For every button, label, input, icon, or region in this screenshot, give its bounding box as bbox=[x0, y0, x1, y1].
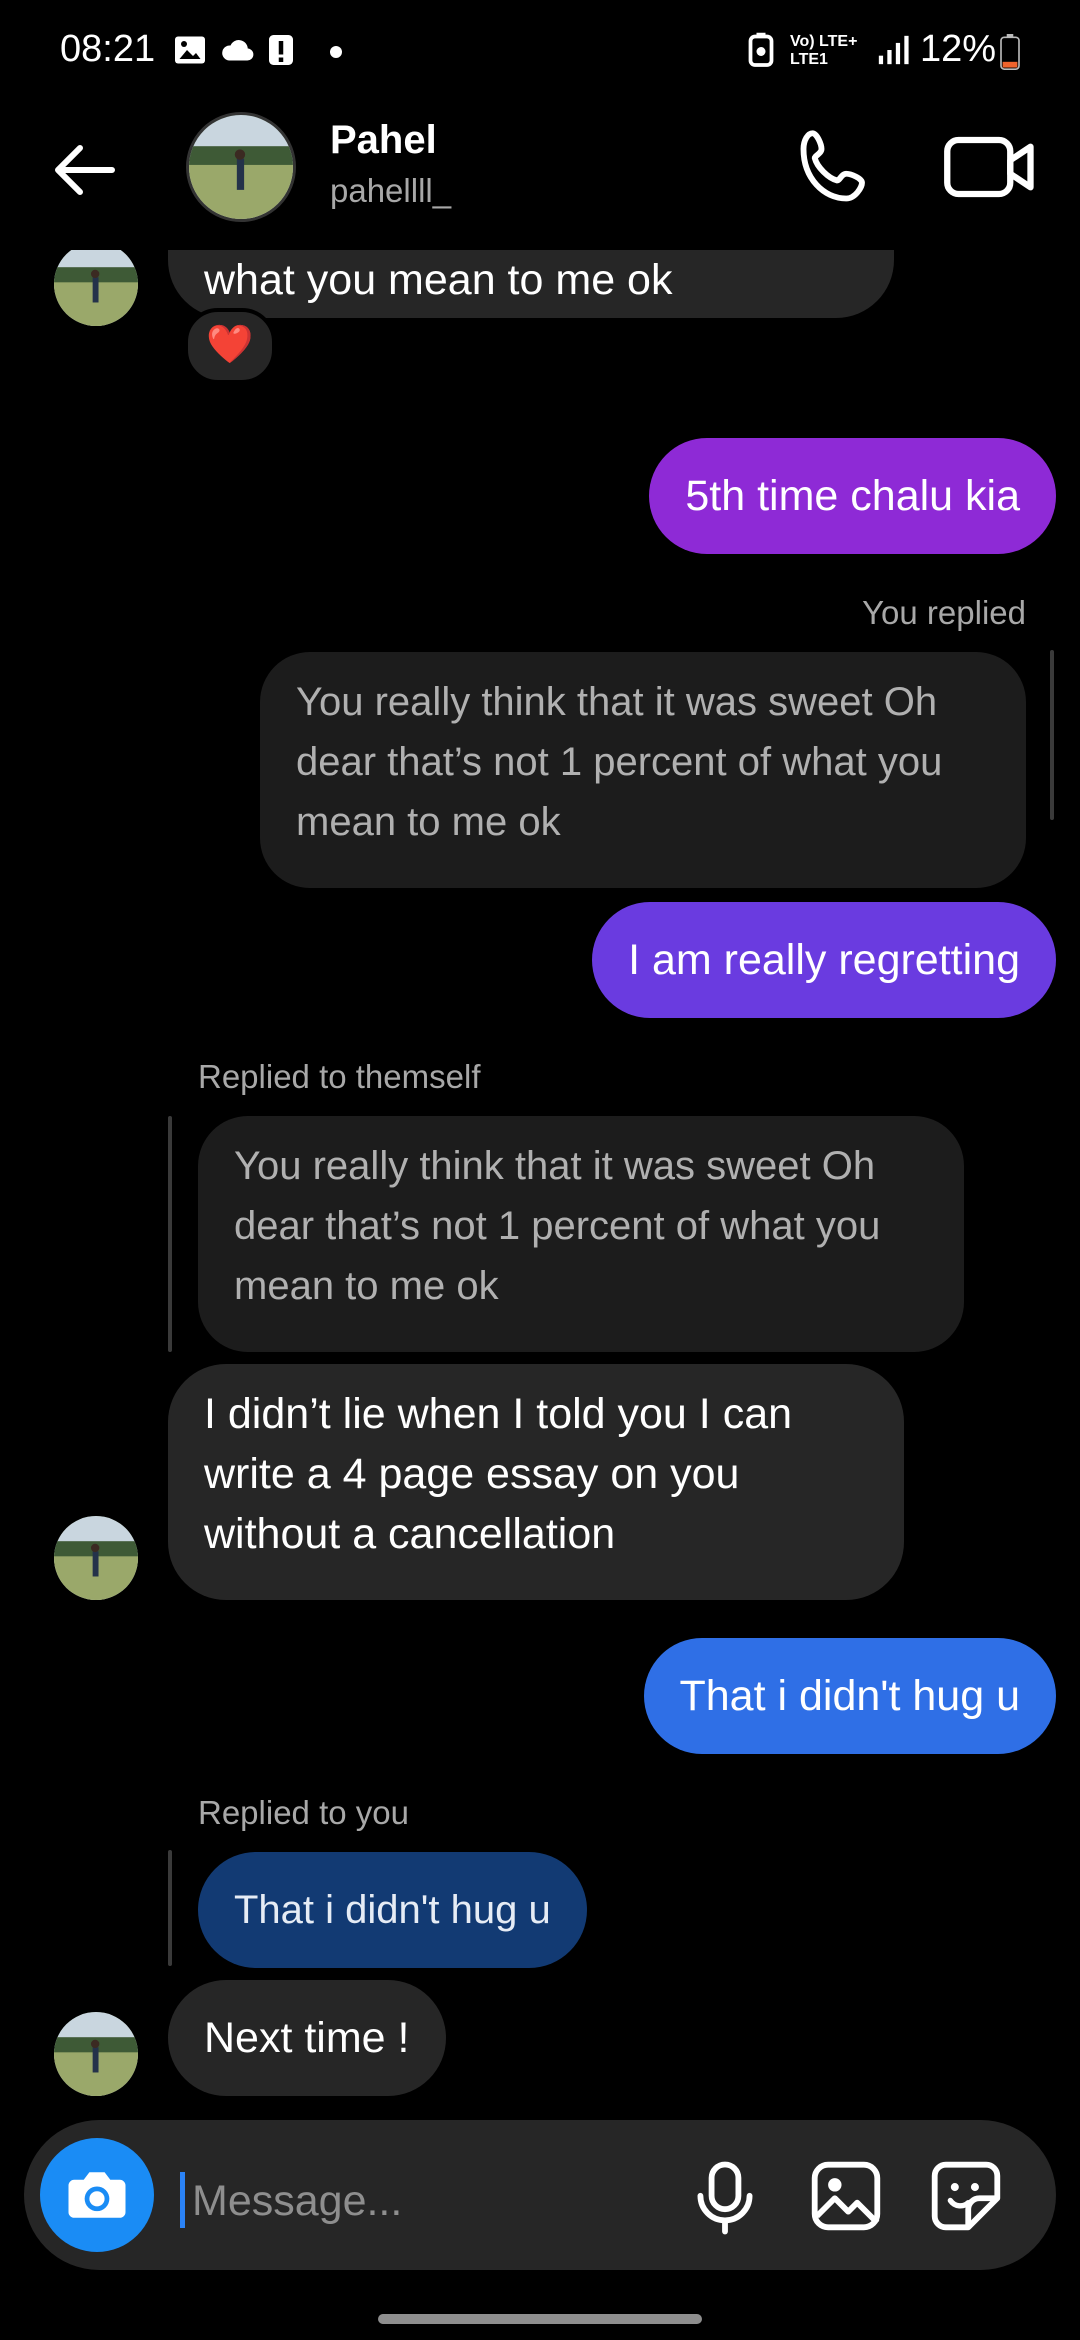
heart-reaction[interactable]: ❤️ bbox=[184, 308, 276, 384]
home-indicator[interactable] bbox=[378, 2314, 702, 2324]
sender-avatar[interactable] bbox=[54, 2012, 138, 2096]
phone-icon[interactable] bbox=[790, 122, 880, 212]
battery-percent: 12% bbox=[920, 28, 997, 70]
quoted-message[interactable]: You really think that it was sweet Oh de… bbox=[260, 652, 1026, 888]
outgoing-message[interactable]: I am really regretting bbox=[592, 902, 1056, 1018]
status-bar: 08:21 Vo) LTE+ LTE1 12% bbox=[0, 0, 1080, 100]
signal-icon bbox=[878, 35, 909, 65]
chat-header bbox=[0, 100, 1080, 250]
outgoing-message[interactable]: That i didn't hug u bbox=[643, 1638, 1056, 1754]
sticker-icon[interactable] bbox=[928, 2158, 1004, 2234]
microphone-icon[interactable] bbox=[690, 2160, 760, 2236]
message-text: I am really regretting bbox=[628, 936, 1020, 984]
camera-icon bbox=[68, 2172, 126, 2218]
cloud-icon bbox=[222, 40, 254, 61]
battery-icon bbox=[1000, 34, 1020, 70]
sender-avatar[interactable] bbox=[54, 1516, 138, 1600]
header-avatar[interactable] bbox=[186, 112, 296, 222]
message-text: I didn’t lie when I told you I can write… bbox=[204, 1390, 793, 1558]
gallery-notification-icon bbox=[175, 36, 205, 64]
alert-icon bbox=[269, 35, 293, 65]
message-input[interactable] bbox=[190, 2160, 674, 2242]
quote-line bbox=[168, 1116, 172, 1352]
outgoing-message[interactable]: 5th time chalu kia bbox=[649, 438, 1056, 554]
camera-button[interactable] bbox=[40, 2138, 154, 2252]
status-time: 08:21 bbox=[60, 28, 156, 70]
text-cursor bbox=[180, 2172, 185, 2228]
message-text: what you mean to me ok bbox=[204, 256, 673, 304]
back-arrow-icon[interactable] bbox=[44, 130, 124, 210]
reply-label: Replied to you bbox=[198, 1794, 409, 1831]
network-label-top: Vo) LTE+ bbox=[790, 33, 858, 50]
quoted-message[interactable]: That i didn't hug u bbox=[198, 1852, 587, 1968]
reply-label: You replied bbox=[862, 594, 1026, 631]
dot-indicator bbox=[330, 46, 342, 58]
message-text: Next time ! bbox=[204, 2014, 410, 2062]
message-text: That i didn't hug u bbox=[234, 1888, 551, 1932]
battery-saver-icon bbox=[748, 32, 774, 67]
video-call-icon[interactable] bbox=[940, 122, 1040, 212]
avatar-image bbox=[54, 250, 138, 326]
quote-line bbox=[168, 1850, 172, 1966]
sender-avatar[interactable] bbox=[54, 250, 138, 326]
avatar-image bbox=[54, 2012, 138, 2096]
contact-name[interactable]: Pahel bbox=[330, 118, 437, 163]
message-list[interactable]: what you mean to me ok ❤️ 5th time chalu… bbox=[0, 250, 1080, 2110]
contact-username[interactable]: pahellll_ bbox=[330, 172, 451, 210]
incoming-message[interactable]: what you mean to me ok bbox=[168, 250, 894, 318]
avatar-image bbox=[189, 115, 293, 219]
incoming-message[interactable]: Next time ! bbox=[168, 1980, 446, 2096]
quoted-message[interactable]: You really think that it was sweet Oh de… bbox=[198, 1116, 964, 1352]
incoming-message[interactable]: I didn’t lie when I told you I can write… bbox=[168, 1364, 904, 1600]
network-label-bottom: LTE1 bbox=[790, 51, 828, 68]
message-text: That i didn't hug u bbox=[679, 1672, 1021, 1720]
avatar-image bbox=[54, 1516, 138, 1600]
quote-line bbox=[1050, 650, 1054, 820]
reply-label: Replied to themself bbox=[198, 1058, 481, 1095]
gallery-icon[interactable] bbox=[808, 2158, 884, 2234]
message-text: 5th time chalu kia bbox=[685, 472, 1020, 520]
